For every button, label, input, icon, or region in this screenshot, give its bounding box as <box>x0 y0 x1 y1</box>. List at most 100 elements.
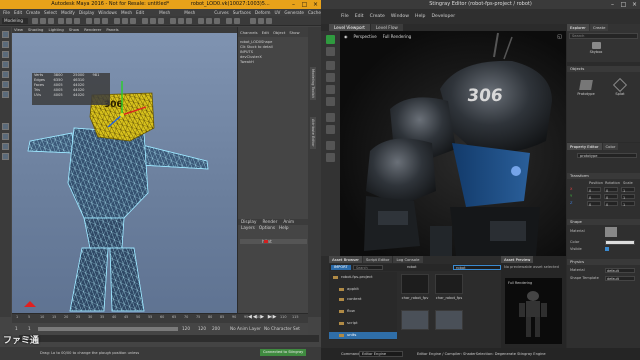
rotate-tool-icon[interactable] <box>2 71 9 78</box>
viewport-maximize-icon[interactable]: ◱ <box>557 34 562 40</box>
render-mode-dropdown[interactable]: Full Rendering <box>383 34 412 39</box>
anim-layer-dropdown[interactable]: No Anim Layer <box>230 326 261 331</box>
menu-item-edit-mesh[interactable]: Edit Mesh <box>136 9 155 22</box>
range-end[interactable]: 120 <box>198 326 206 331</box>
camera-icon[interactable] <box>326 141 335 150</box>
shelf-button-icon[interactable] <box>258 18 264 24</box>
shelf-button-icon[interactable] <box>150 18 156 24</box>
tab-asset-preview[interactable]: Asset Preview <box>501 256 534 263</box>
lasso-tool-icon[interactable] <box>2 41 9 48</box>
tab-script-editor[interactable]: Script Editor <box>362 256 393 263</box>
shelf-button-icon[interactable] <box>206 18 212 24</box>
layout-four-icon[interactable] <box>2 133 9 140</box>
explorer-item-skybox[interactable]: Skybox <box>585 42 607 62</box>
pos-z-field[interactable]: 0 <box>587 201 601 207</box>
shelf-button-icon[interactable] <box>186 18 192 24</box>
tab-level-viewport[interactable]: Level Viewport <box>329 24 370 31</box>
layer-menu-options[interactable]: Options <box>259 225 275 231</box>
menu-item-cache[interactable]: Cache <box>308 9 321 16</box>
object-splat[interactable]: Splat <box>607 77 633 96</box>
menu-item-deform[interactable]: Deform <box>255 9 271 16</box>
object-name-field[interactable]: prototype <box>577 153 637 158</box>
physics-section[interactable]: Physics <box>567 259 640 265</box>
shelf-button-icon[interactable] <box>40 18 46 24</box>
rot-x-field[interactable]: 0 <box>604 187 618 193</box>
asset-thumbnail[interactable] <box>435 310 463 330</box>
shelf-button-icon[interactable] <box>158 18 164 24</box>
shelf-button-icon[interactable] <box>250 18 256 24</box>
color-swatch[interactable] <box>605 240 635 245</box>
asset-path-breadcrumb[interactable]: robot <box>407 265 417 269</box>
shelf-button-icon[interactable] <box>114 18 120 24</box>
last-tool-icon[interactable] <box>2 91 9 98</box>
minimize-icon[interactable]: – <box>607 0 618 9</box>
menu-item-edit[interactable]: Edit <box>355 9 364 24</box>
range-inner-end[interactable]: 120 <box>182 326 190 331</box>
shape-template-field[interactable]: default <box>605 276 635 281</box>
layer-color-swatch[interactable] <box>264 240 268 243</box>
range-start[interactable]: 1 <box>15 326 18 331</box>
menu-item-file[interactable]: File <box>341 9 349 24</box>
shelf-button-icon[interactable] <box>74 18 80 24</box>
scale-y-field[interactable]: 1 <box>621 194 635 200</box>
layout-two-icon[interactable] <box>2 143 9 150</box>
tab-level-flow[interactable]: Level Flow <box>370 24 403 31</box>
shelf-button-icon[interactable] <box>266 18 272 24</box>
tab-property-editor[interactable]: Property Editor <box>567 143 602 150</box>
visible-checkbox[interactable] <box>605 247 609 251</box>
select-icon[interactable] <box>326 61 335 70</box>
tab-log-console[interactable]: Log Console <box>393 256 423 263</box>
range-end-2[interactable]: 200 <box>212 326 220 331</box>
channel-menu-show[interactable]: Show <box>289 30 299 35</box>
object-prototype[interactable]: Prototype <box>573 80 599 96</box>
tab-attribute-editor[interactable]: Attribute Editor <box>310 117 316 149</box>
pos-x-field[interactable]: 0 <box>587 187 601 193</box>
menu-item-edit[interactable]: Edit <box>14 9 22 16</box>
shelf-button-icon[interactable] <box>66 18 72 24</box>
rot-z-field[interactable]: 0 <box>604 201 618 207</box>
minimize-icon[interactable]: – <box>288 0 299 9</box>
pos-y-field[interactable]: 0 <box>587 194 601 200</box>
channel-line[interactable]: TweakH <box>240 60 307 65</box>
go-end-icon[interactable]: ▶▶ <box>268 314 278 320</box>
folder-search-input[interactable]: Search <box>353 265 383 270</box>
tab-explorer[interactable]: Explorer <box>567 24 589 31</box>
play-icon[interactable]: ▶ <box>260 314 265 320</box>
shelf-button-icon[interactable] <box>170 18 176 24</box>
go-start-icon[interactable]: ◀◀ <box>248 314 258 320</box>
shelf-button-icon[interactable] <box>48 18 54 24</box>
material-thumbnail[interactable] <box>605 227 617 237</box>
folder-root[interactable]: robot-fps-project <box>333 274 373 280</box>
shelf-button-icon[interactable] <box>94 18 100 24</box>
level-viewport[interactable]: 306 ◉ Perspective Full Rendering ◱ <box>340 31 566 256</box>
shelf-button-icon[interactable] <box>130 18 136 24</box>
scale-z-field[interactable]: 1 <box>621 201 635 207</box>
folder-appkit[interactable]: appkit <box>339 286 359 292</box>
menu-item-mesh[interactable]: Mesh <box>121 9 132 16</box>
shelf-button-icon[interactable] <box>178 18 184 24</box>
menu-item-window[interactable]: Window <box>391 9 409 24</box>
shelf-button-icon[interactable] <box>226 18 232 24</box>
engine-dropdown[interactable]: Editor Engine <box>359 351 403 357</box>
shelf-button-icon[interactable] <box>142 18 148 24</box>
tab-create[interactable]: Create <box>589 24 609 31</box>
menu-item-modify[interactable]: Modify <box>61 9 75 16</box>
menu-item-generate[interactable]: Generate <box>284 9 304 16</box>
rot-y-field[interactable]: 0 <box>604 194 618 200</box>
menu-item-mesh-display[interactable]: Mesh Display <box>184 9 210 22</box>
tab-modeling-toolkit[interactable]: Modeling Toolkit <box>310 67 316 100</box>
menu-item-select[interactable]: Select <box>44 9 57 16</box>
move-tool-icon[interactable] <box>2 61 9 68</box>
tab-asset-browser[interactable]: Asset Browser <box>329 256 362 263</box>
snap-icon[interactable] <box>326 113 335 122</box>
range-slider[interactable] <box>38 327 178 331</box>
close-icon[interactable]: × <box>629 0 640 9</box>
asset-thumbnail[interactable] <box>401 274 429 294</box>
layer-menu-help[interactable]: Help <box>279 225 289 231</box>
select-tool-icon[interactable] <box>2 31 9 38</box>
maximize-icon[interactable]: □ <box>618 0 629 9</box>
menu-item-mesh-tools[interactable]: Mesh Tools <box>159 9 180 22</box>
transform-section[interactable]: Transform <box>567 173 640 179</box>
folder-units[interactable]: units <box>339 332 356 338</box>
folder-content[interactable]: content <box>339 296 362 302</box>
